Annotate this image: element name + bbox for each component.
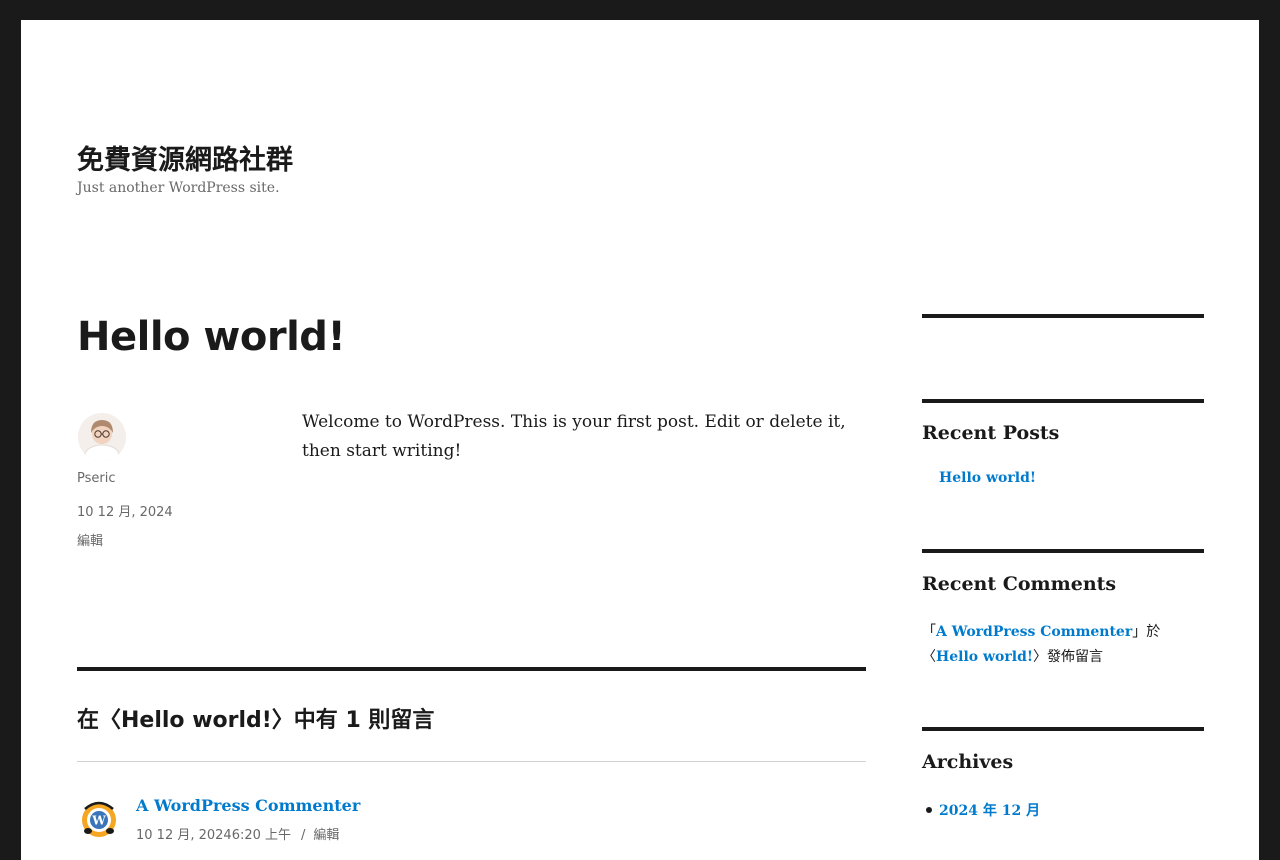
archive-item: 2024 年 12 月 — [922, 800, 1040, 820]
recent-comment-author-link[interactable]: A WordPress Commenter — [936, 624, 1132, 640]
post-title[interactable]: Hello world! — [77, 314, 346, 360]
recent-comment-post-link[interactable]: Hello world! — [936, 649, 1033, 665]
wordpress-commenter-avatar-icon: W — [80, 797, 118, 839]
svg-text:W: W — [91, 814, 106, 828]
comment-meta-separator: / — [301, 828, 306, 843]
recent-posts-title: Recent Posts — [922, 422, 1060, 444]
archive-link[interactable]: 2024 年 12 月 — [939, 803, 1040, 819]
site-title[interactable]: 免費資源網路社群 — [77, 138, 293, 177]
comment-author-link[interactable]: A WordPress Commenter — [136, 796, 360, 815]
recent-comment-suffix-text: 〉發佈留言 — [1033, 649, 1104, 665]
comment-metadata: 10 12 月, 20246:20 上午 / 編輯 — [136, 824, 339, 843]
widget-divider-archives — [922, 727, 1204, 731]
comments-divider — [77, 667, 866, 671]
recent-comments-title: Recent Comments — [922, 573, 1117, 595]
author-avatar[interactable] — [78, 413, 126, 461]
archives-list: 2024 年 12 月 — [922, 800, 1040, 820]
recent-comment-item: 「A WordPress Commenter」於〈Hello world!〉發佈… — [922, 620, 1204, 670]
comments-heading: 在〈Hello world!〉中有 1 則留言 — [77, 708, 435, 733]
comments-thin-divider — [77, 761, 866, 762]
author-avatar-image — [78, 413, 126, 461]
recent-post-item[interactable]: Hello world! — [939, 470, 1036, 486]
post-date-link[interactable]: 10 12 月, 2024 — [77, 501, 173, 520]
widget-divider-top — [922, 314, 1204, 318]
post-edit-link[interactable]: 編輯 — [77, 530, 103, 549]
archives-title: Archives — [922, 751, 1014, 773]
comment-date-link[interactable]: 10 12 月, 20246:20 上午 — [136, 828, 291, 843]
widget-divider-recent-comments — [922, 549, 1204, 553]
recent-post-link[interactable]: Hello world! — [939, 470, 1036, 486]
site-description: Just another WordPress site. — [77, 180, 280, 196]
page-container: 免費資源網路社群 Just another WordPress site. He… — [21, 20, 1259, 860]
comment-edit-link[interactable]: 編輯 — [313, 828, 339, 843]
post-content: Welcome to WordPress. This is your first… — [302, 412, 846, 461]
widget-divider-recent-posts — [922, 399, 1204, 403]
post-author-link[interactable]: Pseric — [77, 471, 116, 486]
recent-comment-open-quote: 「 — [922, 624, 936, 640]
